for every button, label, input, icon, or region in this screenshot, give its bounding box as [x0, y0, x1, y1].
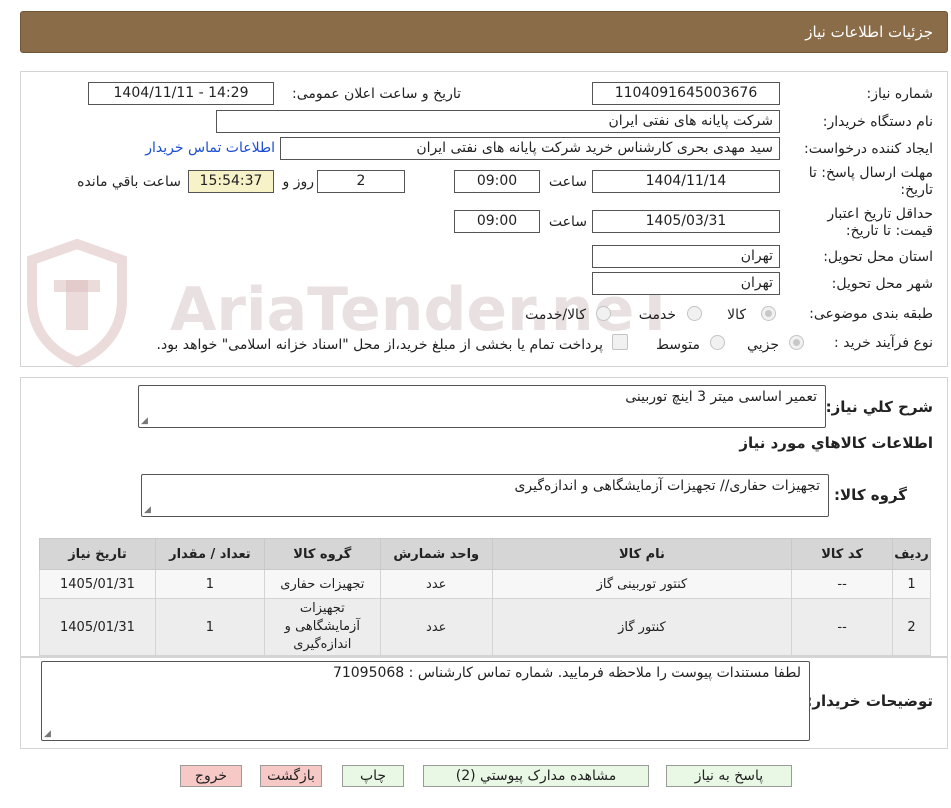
province-field: تهران	[592, 245, 780, 268]
table-row: 1 -- کنتور توربینی گاز عدد تجهیزات حفاری…	[39, 569, 931, 599]
goods-info-heading: اطلاعات کالاهاي مورد نياز	[739, 434, 933, 452]
items-table: رديف کد کالا نام کالا واحد شمارش گروه کا…	[39, 538, 931, 656]
resize-grip-icon[interactable]: ◢	[144, 506, 151, 515]
buyer-field: شرکت پایانه های نفتی ایران	[216, 110, 780, 133]
table-header-row: رديف کد کالا نام کالا واحد شمارش گروه کا…	[39, 538, 931, 570]
validity-time-field: 09:00	[454, 210, 540, 233]
city-field: تهران	[592, 272, 780, 295]
resize-grip-icon[interactable]: ◢	[44, 730, 51, 739]
cell-goods-group: تجهیزات حفاری	[263, 569, 381, 599]
category-radio-service[interactable]	[687, 306, 702, 321]
buyer-notes-label: توضیحات خریدار:	[806, 692, 933, 710]
requester-field: سید مهدی بحری کارشناس خرید شرکت پایانه ه…	[280, 137, 780, 160]
cell-quantity: 1	[154, 569, 265, 599]
buyer-notes-textarea[interactable]: لطفا مستندات پیوست را ملاحظه فرمایید. شم…	[41, 661, 810, 741]
resize-grip-icon[interactable]: ◢	[141, 417, 148, 426]
days-field: 2	[317, 170, 405, 193]
cell-quantity: 1	[154, 598, 265, 656]
validity-label: حداقل تاریخ اعتبار قیمت: تا تاریخ:	[827, 206, 933, 239]
cell-goods-group: تجهیزات آزمایشگاهی و اندازه‌گیری	[263, 598, 381, 656]
cell-row-number: 2	[892, 598, 931, 656]
reply-button[interactable]: پاسخ به نیاز	[666, 765, 792, 787]
col-header-unit: واحد شمارش	[379, 538, 493, 570]
validity-time-label: ساعت	[548, 214, 587, 230]
page-title: جزئیات اطلاعات نیاز	[805, 23, 933, 41]
process-option-medium: متوسط	[656, 337, 700, 353]
deadline-time-label: ساعت	[548, 174, 587, 190]
category-label: طبقه بندی موضوعی:	[809, 306, 933, 322]
category-radio-goods-service[interactable]	[596, 306, 611, 321]
buyer-contact-link[interactable]: اطلاعات تماس خریدار	[145, 140, 275, 156]
days-label: روز و	[282, 174, 315, 190]
table-row: 2 -- کنتور گاز عدد تجهیزات آزمایشگاهی و …	[39, 598, 931, 656]
cell-need-date: 1405/01/31	[39, 569, 156, 599]
cell-goods-name: کنتور توربینی گاز	[491, 569, 793, 599]
category-option-service: خدمت	[638, 307, 676, 323]
category-option-goods-service: کالا/خدمت	[525, 307, 586, 323]
process-radio-minor[interactable]	[789, 335, 804, 350]
payment-note: پرداخت تمام یا بخشی از مبلغ خرید،از محل …	[156, 337, 603, 353]
cell-need-date: 1405/01/31	[39, 598, 156, 656]
col-header-goods-code: کد کالا	[791, 538, 894, 570]
announce-field: 1404/11/11 - 14:29	[88, 82, 274, 105]
exit-button[interactable]: خروج	[180, 765, 242, 787]
cell-goods-name: کنتور گاز	[491, 598, 793, 656]
goods-group-label: گروه کالا:	[834, 486, 907, 504]
goods-group-textarea[interactable]: تجهیزات حفاری// تجهیزات آزمایشگاهی و اند…	[141, 474, 829, 517]
need-number-label: شماره نیاز:	[866, 86, 934, 102]
province-label: استان محل تحویل:	[823, 249, 933, 265]
deadline-label: مهلت ارسال پاسخ: تا تاریخ:	[808, 165, 933, 198]
treasury-payment-checkbox[interactable]	[612, 334, 628, 350]
buyer-notes-text: لطفا مستندات پیوست را ملاحظه فرمایید. شم…	[332, 665, 801, 681]
cell-unit: عدد	[379, 598, 493, 656]
category-radio-goods[interactable]	[761, 306, 776, 321]
summary-label: شرح کلي نياز:	[825, 398, 933, 416]
summary-text: تعمیر اساسی میتر 3 اینچ توربینی	[625, 389, 817, 405]
validity-date-field: 1405/03/31	[592, 210, 780, 233]
process-radio-medium[interactable]	[710, 335, 725, 350]
col-header-row-number: رديف	[892, 538, 931, 570]
remaining-time-field: 15:54:37	[188, 170, 274, 193]
page-header: جزئیات اطلاعات نیاز	[20, 11, 948, 53]
category-option-goods: کالا	[727, 307, 746, 323]
summary-textarea[interactable]: تعمیر اساسی میتر 3 اینچ توربینی ◢	[138, 385, 826, 428]
col-header-need-date: تاریخ نیاز	[39, 538, 156, 570]
view-attachments-button[interactable]: مشاهده مدارک پیوستي (2)	[423, 765, 649, 787]
goods-group-text: تجهیزات حفاری// تجهیزات آزمایشگاهی و اند…	[514, 478, 820, 494]
cell-unit: عدد	[379, 569, 493, 599]
announce-label: تاریخ و ساعت اعلان عمومی:	[292, 86, 461, 102]
remaining-label: ساعت باقي مانده	[77, 174, 181, 190]
col-header-goods-group: گروه کالا	[263, 538, 381, 570]
cell-row-number: 1	[892, 569, 931, 599]
col-header-goods-name: نام کالا	[491, 538, 793, 570]
deadline-date-field: 1404/11/14	[592, 170, 780, 193]
buyer-label: نام دستگاه خریدار:	[822, 114, 933, 130]
city-label: شهر محل تحویل:	[831, 276, 933, 292]
requester-label: ایجاد کننده درخواست:	[804, 141, 933, 157]
print-button[interactable]: چاپ	[342, 765, 404, 787]
process-option-minor: جزیي	[747, 337, 779, 353]
process-label: نوع فرآیند خرید :	[834, 335, 933, 351]
deadline-time-field: 09:00	[454, 170, 540, 193]
need-number-field: 1104091645003676	[592, 82, 780, 105]
col-header-quantity: تعداد / مقدار	[154, 538, 265, 570]
cell-goods-code: --	[791, 598, 894, 656]
cell-goods-code: --	[791, 569, 894, 599]
back-button[interactable]: بازگشت	[260, 765, 322, 787]
